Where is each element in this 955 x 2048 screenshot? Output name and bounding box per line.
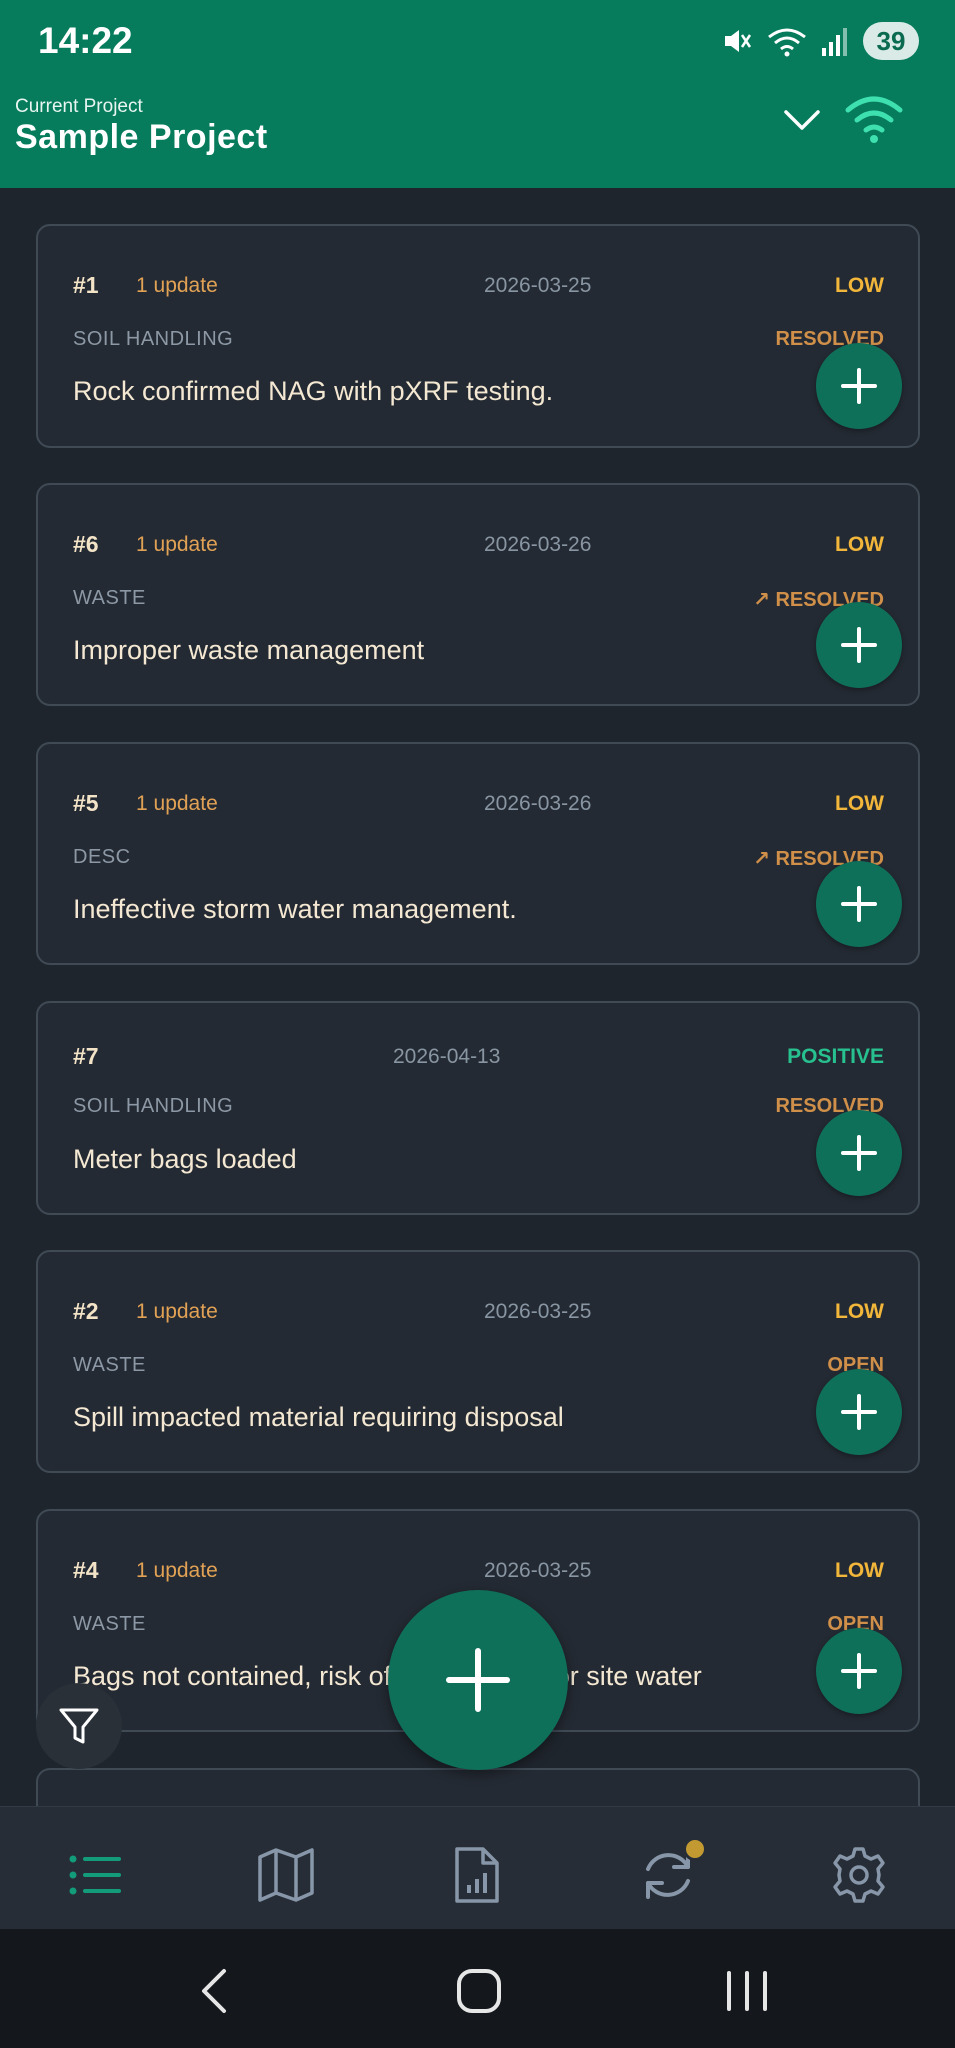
issue-description: Ineffective storm water management.	[73, 894, 517, 924]
battery-indicator: 39	[863, 22, 919, 60]
plus-icon	[841, 368, 877, 404]
add-update-button[interactable]	[816, 602, 902, 688]
plus-icon	[841, 886, 877, 922]
severity-label: POSITIVE	[787, 1045, 884, 1068]
severity-label: LOW	[835, 1559, 884, 1582]
update-count: 1 update	[136, 274, 218, 297]
home-icon[interactable]	[451, 1963, 507, 2019]
issue-date: 2026-03-25	[484, 1559, 592, 1582]
category-label: DESC	[73, 846, 131, 868]
settings-icon[interactable]	[829, 1845, 889, 1905]
list-icon[interactable]	[65, 1845, 125, 1905]
issue-date: 2026-03-25	[484, 1300, 592, 1323]
issue-description: Rock confirmed NAG with pXRF testing.	[73, 376, 554, 406]
category-label: WASTE	[73, 1354, 146, 1376]
report-icon[interactable]	[447, 1845, 507, 1905]
project-label: Current Project	[15, 96, 143, 117]
plus-icon	[446, 1648, 510, 1712]
issue-number: #7	[73, 1043, 99, 1069]
add-update-button[interactable]	[816, 1110, 902, 1196]
issue-number: #2	[73, 1298, 99, 1324]
map-icon[interactable]	[256, 1845, 316, 1905]
issue-card[interactable]: #2 1 update 2026-03-25 LOW WASTE OPEN Sp…	[36, 1250, 920, 1473]
add-update-button[interactable]	[816, 1369, 902, 1455]
plus-icon	[841, 627, 877, 663]
update-count: 1 update	[136, 1559, 218, 1582]
add-issue-button[interactable]	[388, 1590, 568, 1770]
severity-label: LOW	[835, 792, 884, 815]
issue-description: Improper waste management	[73, 635, 425, 665]
issue-card[interactable]: #5 1 update 2026-03-26 LOW DESC ↗ RESOLV…	[36, 742, 920, 965]
severity-label: LOW	[835, 1300, 884, 1323]
update-count: 1 update	[136, 792, 218, 815]
chevron-down-icon[interactable]	[778, 96, 826, 144]
issue-card[interactable]: #7 2026-04-13 POSITIVE SOIL HANDLING RES…	[36, 1001, 920, 1215]
category-label: SOIL HANDLING	[73, 328, 234, 350]
project-title[interactable]: Sample Project	[15, 118, 268, 157]
plus-icon	[841, 1394, 877, 1430]
update-count: 1 update	[136, 533, 218, 556]
issue-card[interactable]: #1 1 update 2026-03-25 LOW SOIL HANDLING…	[36, 224, 920, 448]
connection-wifi-icon[interactable]	[844, 88, 904, 148]
filter-icon	[59, 1708, 99, 1744]
sync-pending-badge	[683, 1837, 707, 1861]
plus-icon	[841, 1135, 877, 1171]
status-time: 14:22	[38, 20, 133, 61]
issue-date: 2026-03-26	[484, 533, 592, 556]
update-count: 1 update	[136, 1300, 218, 1323]
recents-icon[interactable]	[719, 1963, 775, 2019]
severity-label: LOW	[835, 274, 884, 297]
category-label: WASTE	[73, 1613, 146, 1635]
issue-card[interactable]: #6 1 update 2026-03-26 LOW WASTE ↗ RESOL…	[36, 483, 920, 706]
app-header: 14:22 39 Current Project Sample Project	[0, 0, 955, 188]
add-update-button[interactable]	[816, 343, 902, 429]
status-icons: 39	[721, 18, 919, 64]
signal-icon	[822, 28, 847, 56]
category-label: WASTE	[73, 587, 146, 609]
issue-description: Meter bags loaded	[73, 1144, 297, 1174]
issue-number: #1	[73, 272, 99, 298]
add-update-button[interactable]	[816, 1628, 902, 1714]
issue-date: 2026-03-25	[484, 274, 592, 297]
issue-number: #4	[73, 1557, 99, 1583]
issue-date: 2026-03-26	[484, 792, 592, 815]
category-label: SOIL HANDLING	[73, 1095, 234, 1117]
issue-number: #6	[73, 531, 99, 557]
issue-date: 2026-04-13	[393, 1045, 501, 1068]
wifi-status-icon	[768, 28, 806, 57]
issue-description: Spill impacted material requiring dispos…	[73, 1402, 564, 1432]
add-update-button[interactable]	[816, 861, 902, 947]
back-icon[interactable]	[188, 1963, 244, 2019]
filter-button[interactable]	[36, 1683, 122, 1769]
issue-number: #5	[73, 790, 99, 816]
mute-icon	[725, 30, 752, 52]
severity-label: LOW	[835, 533, 884, 556]
plus-icon	[841, 1653, 877, 1689]
